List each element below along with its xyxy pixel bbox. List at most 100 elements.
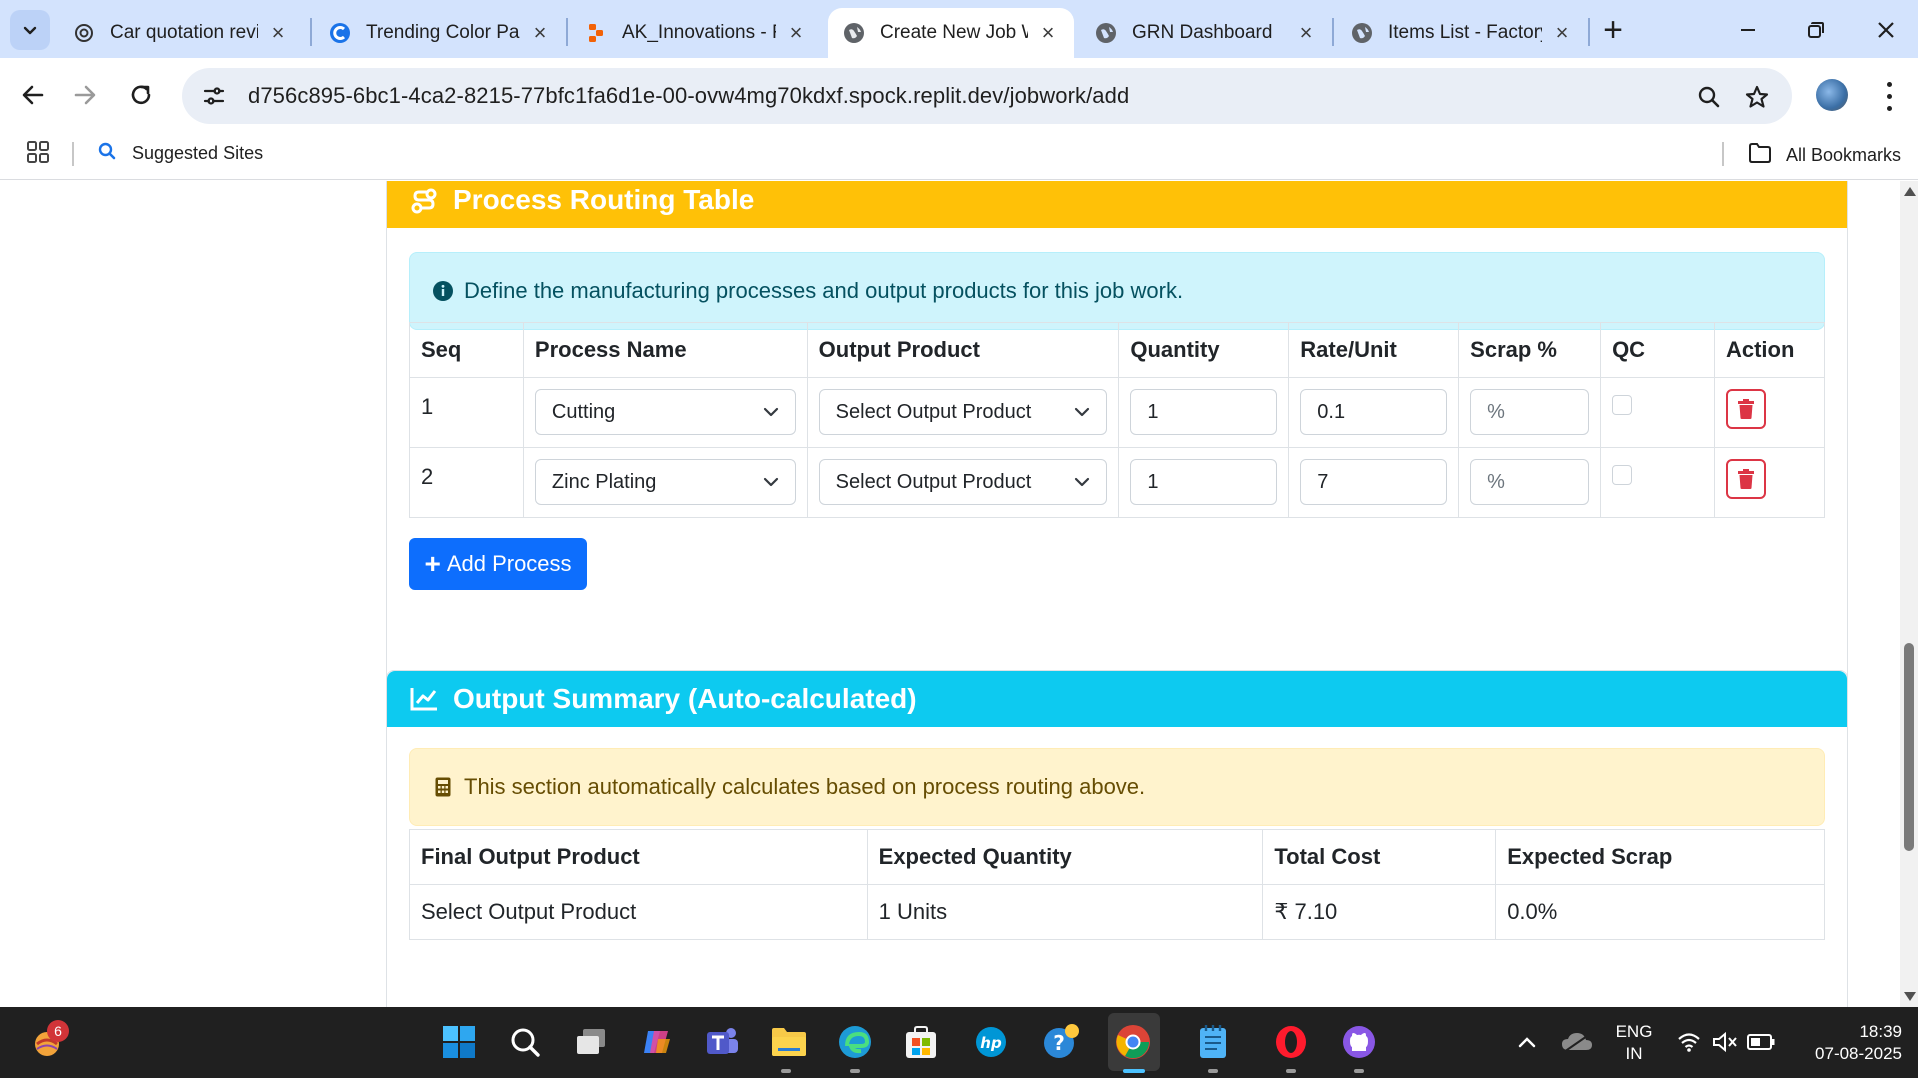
copilot-icon[interactable] [636,1021,678,1063]
output-product-select[interactable]: Select Output Product [818,459,1108,505]
scrap-cell: % [1458,377,1602,448]
rate-input[interactable]: 7 [1300,459,1448,505]
quantity-input[interactable]: 1 [1130,459,1278,505]
search-icon[interactable] [504,1021,546,1063]
column-header: Rate/Unit [1288,322,1460,378]
process-routing-table: Seq Process Name Output Product Quantity… [409,322,1826,518]
close-icon[interactable]: × [1036,20,1060,45]
chevron-up-icon[interactable] [1506,1021,1548,1063]
bookmark-suggested-sites[interactable]: Suggested Sites [98,142,263,165]
browser-tab-5[interactable]: Items List - Factory × [1336,8,1588,58]
profile-avatar[interactable] [1816,79,1848,111]
scrollbar-thumb[interactable] [1904,643,1914,851]
tab-strip: Car quotation revie × Trending Color Pal… [0,0,1918,58]
browser-tab-3[interactable]: Create New Job W × [828,8,1074,58]
battery-icon[interactable] [1740,1021,1782,1063]
scroll-up-arrow-icon[interactable] [1904,187,1916,196]
scrap-input[interactable]: % [1470,459,1590,505]
microsoft-store-icon[interactable] [900,1021,942,1063]
close-icon[interactable]: × [1294,20,1318,45]
scrap-input[interactable]: % [1470,389,1590,435]
bookmarks-bar: Suggested Sites All Bookmarks [0,132,1918,180]
restore-icon [1808,22,1824,38]
chevron-down-icon [1075,477,1090,487]
quantity-input[interactable]: 1 [1130,389,1278,435]
close-icon[interactable]: × [784,20,808,45]
github-icon[interactable] [1338,1021,1380,1063]
bookmark-label: Suggested Sites [132,143,264,163]
total-cost: ₹ 7.10 [1262,884,1497,940]
bookmark-separator [72,142,74,166]
trash-icon [1737,469,1754,489]
file-explorer-icon[interactable] [768,1021,810,1063]
qc-checkbox[interactable] [1612,465,1633,485]
url-text: d756c895-6bc1-4ca2-8215-77bfc1fa6d1e-00-… [248,83,1130,108]
new-tab-button[interactable]: + [1595,11,1631,49]
edge-icon[interactable] [834,1021,876,1063]
rate-input[interactable]: 0.1 [1300,389,1448,435]
qc-checkbox[interactable] [1612,395,1633,415]
hp-icon[interactable]: hp [970,1021,1012,1063]
language-indicator[interactable]: ENG IN [1612,1021,1656,1065]
onedrive-icon[interactable] [1556,1021,1598,1063]
close-icon[interactable]: × [1550,20,1574,45]
running-indicator [1208,1069,1218,1073]
close-icon [1878,22,1894,38]
reload-button[interactable] [120,74,162,116]
notepad-icon[interactable] [1192,1021,1234,1063]
chrome-icon[interactable] [1112,1021,1154,1063]
notification-badge: 6 [47,1020,69,1042]
output-summary-table: Final Output Product Expected Quantity T… [409,829,1825,940]
bookmark-star-icon[interactable] [1742,82,1772,112]
opera-icon[interactable] [1270,1021,1312,1063]
browser-tab-1[interactable]: Trending Color Pal × [314,8,566,58]
tab-search-button[interactable] [10,10,50,50]
chevron-down-icon [763,407,778,417]
all-bookmarks-button[interactable]: All Bookmarks [1748,142,1901,169]
minimize-button[interactable] [1726,10,1770,50]
close-icon[interactable]: × [266,20,290,45]
output-product-select[interactable]: Select Output Product [818,389,1108,435]
task-view-icon[interactable] [570,1021,612,1063]
site-info-icon[interactable] [200,82,228,110]
browser-tab-2[interactable]: AK_Innovations - F × [570,8,822,58]
folder-icon [1748,142,1774,169]
help-icon[interactable]: ? [1040,1021,1082,1063]
chevron-down-icon [23,26,37,35]
browser-tab-4[interactable]: GRN Dashboard × [1080,8,1332,58]
browser-menu-button[interactable] [1874,78,1904,114]
apps-grid-icon[interactable] [26,140,54,168]
add-process-button[interactable]: + Add Process [409,538,587,590]
forward-button[interactable] [64,74,106,116]
tab-title: Create New Job W [880,22,1028,43]
action-cell [1713,447,1826,518]
delete-row-button[interactable] [1725,459,1766,499]
restore-button[interactable] [1794,10,1838,50]
tab-separator [1588,18,1590,46]
process-name-select[interactable]: Zinc Plating [534,459,796,505]
output-summary-card: Output Summary (Auto-calculated) This se… [386,670,1848,1007]
delete-row-button[interactable] [1725,389,1766,429]
address-bar[interactable]: d756c895-6bc1-4ca2-8215-77bfc1fa6d1e-00-… [182,68,1792,124]
browser-tab-0[interactable]: Car quotation revie × [58,8,304,58]
process-cell: Zinc Plating [522,447,808,518]
close-icon[interactable]: × [528,20,552,45]
page-scrollbar[interactable] [1900,181,1918,1007]
minimize-icon [1741,29,1755,31]
coolors-icon [328,21,352,45]
quantity-cell: 1 [1118,447,1290,518]
back-button[interactable] [12,74,54,116]
windows-start-icon[interactable] [438,1021,480,1063]
clock[interactable]: 18:39 07-08-2025 [1790,1021,1902,1065]
chevron-down-icon [1075,407,1090,417]
scroll-down-arrow-icon[interactable] [1904,992,1916,1001]
process-routing-header: Process Routing Table [387,181,1847,228]
page-viewport: Process Routing Table Define the manufac… [0,181,1900,1007]
zoom-icon[interactable] [1694,82,1724,112]
process-name-select[interactable]: Cutting [534,389,796,435]
table-header-row: Final Output Product Expected Quantity T… [409,829,1825,885]
teams-icon[interactable] [702,1021,744,1063]
arrow-left-icon [22,85,44,105]
plus-icon: + [424,548,441,579]
close-window-button[interactable] [1864,10,1908,50]
